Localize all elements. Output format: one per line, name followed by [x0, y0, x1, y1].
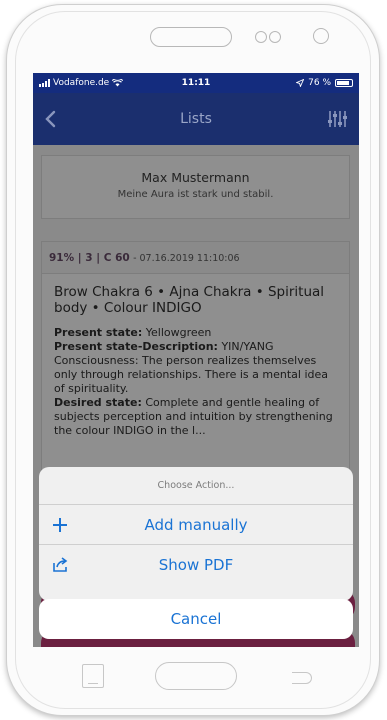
entry-header: 91% | 3 | C 60 - 07.16.2019 11:10:06 [42, 242, 349, 274]
present-state-label: Present state: [54, 326, 143, 339]
share-icon [53, 557, 68, 572]
recent-apps-key[interactable] [82, 664, 104, 688]
sliders-icon[interactable] [327, 107, 349, 131]
show-pdf-label: Show PDF [158, 556, 234, 574]
entry-stats: 91% | 3 | C 60 [49, 252, 130, 264]
battery-percent: 76 % [308, 78, 331, 88]
status-time: 11:11 [181, 78, 211, 88]
front-camera [313, 28, 329, 44]
profile-name: Max Mustermann [141, 170, 250, 185]
front-sensor [269, 31, 281, 43]
show-pdf-button[interactable]: Show PDF [39, 545, 353, 585]
back-key[interactable] [292, 672, 312, 684]
battery-icon [335, 79, 353, 87]
present-state-value: Yellowgreen [145, 326, 212, 339]
plus-icon [53, 518, 67, 532]
entry-title: Brow Chakra 6 • Ajna Chakra • Spiritual … [54, 284, 325, 316]
nav-title: Lists [180, 111, 212, 127]
signal-icon [39, 79, 50, 87]
cancel-button[interactable]: Cancel [39, 599, 353, 639]
present-desc-label: Present state-Description: [54, 340, 218, 353]
location-arrow-icon [296, 79, 305, 87]
front-sensor [255, 31, 267, 43]
profile-subtitle: Meine Aura ist stark und stabil. [117, 189, 274, 200]
action-sheet-title: Choose Action... [39, 467, 353, 505]
back-chevron-icon[interactable] [41, 107, 61, 131]
add-manually-label: Add manually [144, 515, 248, 534]
add-manually-button[interactable]: Add manually [39, 505, 353, 545]
carrier-label: Vodafone.de [53, 78, 110, 88]
action-sheet: Choose Action... Add manually Show PDF [39, 467, 353, 601]
present-desc-value: YIN/YANG [221, 340, 274, 353]
entry-description: Consciousness: The person realizes thems… [54, 354, 328, 395]
profile-card[interactable]: Max Mustermann Meine Aura ist stark und … [41, 155, 350, 219]
home-button[interactable] [155, 662, 237, 690]
navigation-bar: Lists [33, 93, 359, 145]
status-bar: Vodafone.de 11:11 76 % [33, 73, 359, 93]
speaker-grille [150, 27, 232, 47]
desired-state-label: Desired state: [54, 396, 142, 409]
entry-timestamp: - 07.16.2019 11:10:06 [133, 253, 240, 264]
app-screen: Vodafone.de 11:11 76 % Lists Max Musterm… [33, 73, 359, 647]
entry-body: Present state: Yellowgreen Present state… [42, 316, 349, 438]
wifi-icon [112, 79, 124, 87]
